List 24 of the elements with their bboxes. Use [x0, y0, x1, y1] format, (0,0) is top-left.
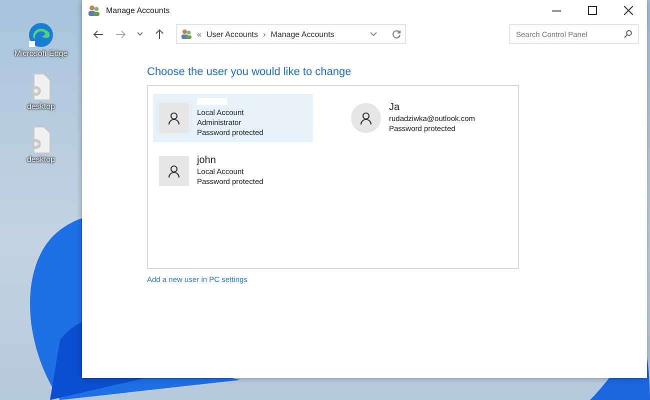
chevron-down-icon[interactable] — [370, 32, 377, 36]
page-heading: Choose the user you would like to change — [147, 66, 352, 78]
maximize-icon — [588, 6, 596, 14]
account-name: john — [197, 155, 217, 167]
refresh-icon[interactable] — [392, 30, 401, 38]
users-icon — [88, 4, 100, 16]
address-bar[interactable]: « User Accounts › Manage Accounts — [176, 24, 406, 44]
window-title: Manage Accounts — [106, 6, 171, 14]
account-name: Ja — [389, 102, 401, 114]
person-icon — [360, 112, 372, 124]
up-arrow-icon — [154, 29, 164, 39]
person-icon — [168, 164, 180, 178]
breadcrumb-item[interactable]: User Accounts — [206, 30, 258, 38]
close-icon — [624, 6, 632, 14]
search-icon[interactable] — [624, 30, 632, 38]
breadcrumb-item[interactable]: Manage Accounts — [270, 30, 334, 38]
person-icon — [168, 112, 180, 124]
forward-arrow-icon — [116, 30, 126, 38]
browser-icon[interactable] — [28, 22, 54, 48]
breadcrumb-separator[interactable]: › — [263, 30, 266, 38]
back-arrow-icon — [93, 30, 103, 38]
breadcrumb-overflow[interactable]: « — [197, 30, 202, 38]
chevron-down-icon — [137, 32, 143, 36]
users-icon — [181, 29, 192, 39]
